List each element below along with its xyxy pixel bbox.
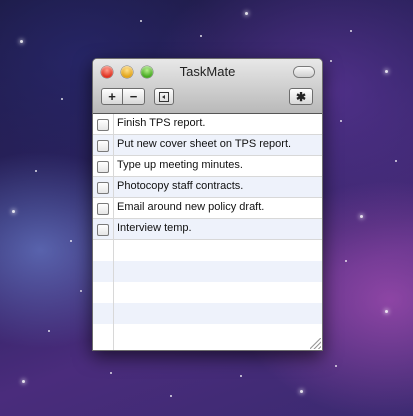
empty-row <box>93 240 322 261</box>
window-title: TaskMate <box>179 64 236 79</box>
task-row[interactable]: Interview temp. <box>93 219 322 240</box>
settings-button[interactable]: ✱ <box>289 88 313 105</box>
task-label: Finish TPS report. <box>117 117 206 129</box>
task-row[interactable]: Email around new policy draft. <box>93 198 322 219</box>
empty-row <box>93 303 322 324</box>
task-checkbox[interactable] <box>97 224 109 236</box>
empty-row <box>93 324 322 345</box>
column-divider <box>113 114 114 350</box>
remove-task-button[interactable]: − <box>123 88 145 105</box>
title-bar[interactable]: TaskMate + − ✱ <box>93 59 322 114</box>
empty-row <box>93 261 322 282</box>
task-checkbox[interactable] <box>97 203 109 215</box>
task-checkbox[interactable] <box>97 119 109 131</box>
sidebar-icon <box>159 91 169 102</box>
task-label: Interview temp. <box>117 222 192 234</box>
task-checkbox[interactable] <box>97 161 109 173</box>
resize-grip-icon[interactable] <box>310 338 321 349</box>
task-label: Photocopy staff contracts. <box>117 180 244 192</box>
task-checkbox[interactable] <box>97 182 109 194</box>
task-label: Type up meeting minutes. <box>117 159 243 171</box>
gear-icon: ✱ <box>295 89 307 104</box>
task-label: Email around new policy draft. <box>117 201 265 213</box>
task-row[interactable]: Photocopy staff contracts. <box>93 177 322 198</box>
task-checkbox[interactable] <box>97 140 109 152</box>
toolbar-toggle-button[interactable] <box>294 67 314 77</box>
task-row[interactable]: Put new cover sheet on TPS report. <box>93 135 322 156</box>
empty-row <box>93 282 322 303</box>
add-task-button[interactable]: + <box>101 88 123 105</box>
task-row[interactable]: Finish TPS report. <box>93 114 322 135</box>
task-row[interactable]: Type up meeting minutes. <box>93 156 322 177</box>
taskmate-window: TaskMate + − ✱ Finish TPS report. Put ne… <box>92 58 323 351</box>
task-list: Finish TPS report. Put new cover sheet o… <box>93 114 322 350</box>
toggle-sidebar-button[interactable] <box>154 88 174 105</box>
task-label: Put new cover sheet on TPS report. <box>117 138 292 150</box>
